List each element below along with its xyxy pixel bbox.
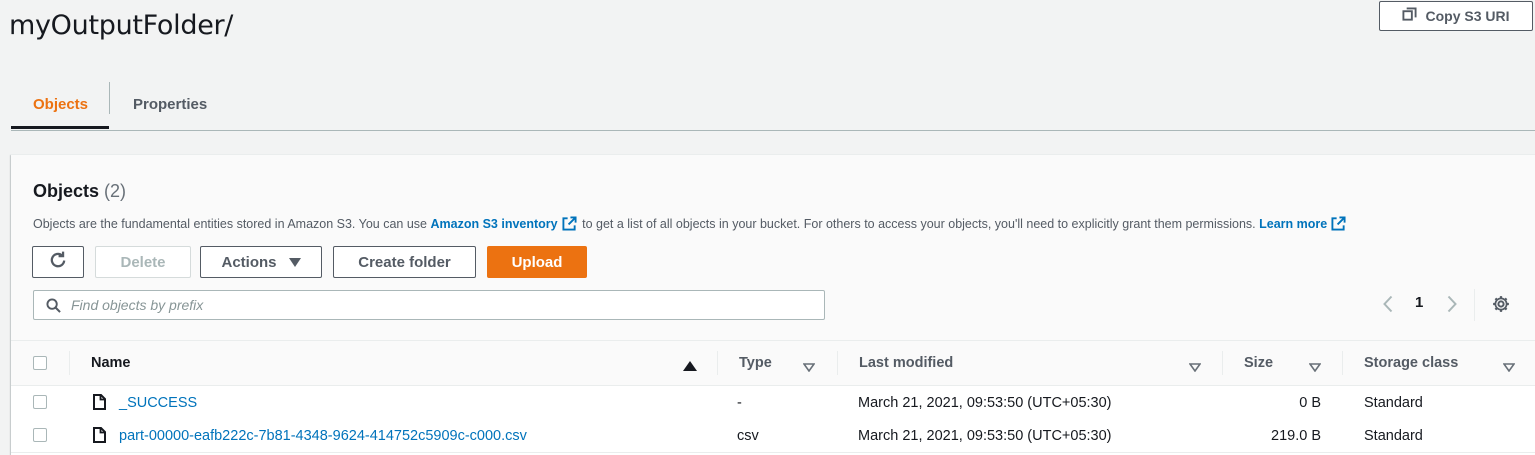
pagination-prev[interactable] bbox=[1383, 295, 1393, 318]
tabs-divider bbox=[11, 130, 1535, 131]
external-link-icon bbox=[1331, 216, 1346, 234]
table-row[interactable]: part-00000-eafb222c-7b81-4348-9624-41475… bbox=[11, 419, 1535, 453]
pagination-current-page[interactable]: 1 bbox=[1415, 294, 1423, 311]
object-last-modified: March 21, 2021, 09:53:50 (UTC+05:30) bbox=[858, 427, 1112, 444]
chevron-right-icon bbox=[1447, 295, 1457, 318]
caret-down-icon bbox=[288, 254, 301, 271]
file-icon bbox=[93, 427, 106, 448]
search-input[interactable] bbox=[69, 296, 813, 314]
chevron-left-icon bbox=[1383, 295, 1393, 318]
external-link-icon bbox=[562, 216, 577, 234]
refresh-icon bbox=[49, 251, 67, 273]
gear-icon bbox=[1492, 295, 1510, 318]
column-separator bbox=[1222, 351, 1223, 375]
copy-icon bbox=[1402, 7, 1418, 25]
pagination-next[interactable] bbox=[1447, 295, 1457, 318]
sort-icon[interactable] bbox=[802, 359, 816, 377]
objects-panel-header: Objects (2) Objects are the fundamental e… bbox=[11, 155, 1535, 341]
copy-s3-uri-label: Copy S3 URI bbox=[1425, 8, 1510, 24]
object-storage-class: Standard bbox=[1364, 427, 1423, 444]
objects-count: (2) bbox=[104, 181, 127, 201]
actions-button[interactable]: Actions bbox=[200, 246, 322, 278]
description-text-1: Objects are the fundamental entities sto… bbox=[33, 217, 428, 231]
object-name-link[interactable]: _SUCCESS bbox=[119, 386, 197, 419]
table-header: Name Type Last modified Size Storage cla… bbox=[11, 341, 1535, 386]
description-text-2: to get a list of all objects in your buc… bbox=[582, 217, 1256, 231]
row-checkbox[interactable] bbox=[33, 428, 47, 442]
upload-button[interactable]: Upload bbox=[487, 246, 587, 278]
column-separator bbox=[1342, 351, 1343, 375]
delete-button[interactable]: Delete bbox=[95, 246, 191, 278]
inventory-link[interactable]: Amazon S3 inventory bbox=[431, 217, 558, 231]
objects-heading-label: Objects bbox=[33, 181, 100, 201]
object-storage-class: Standard bbox=[1364, 394, 1423, 411]
pagination-divider bbox=[1474, 289, 1475, 321]
object-type: csv bbox=[737, 427, 759, 444]
copy-s3-uri-button[interactable]: Copy S3 URI bbox=[1379, 1, 1533, 31]
tab-objects[interactable]: Objects bbox=[33, 80, 88, 128]
object-name-link[interactable]: part-00000-eafb222c-7b81-4348-9624-41475… bbox=[119, 419, 527, 452]
objects-panel: Objects (2) Objects are the fundamental e… bbox=[11, 154, 1535, 455]
column-header-name[interactable]: Name bbox=[91, 341, 131, 385]
sort-ascending-icon[interactable] bbox=[683, 358, 697, 376]
column-separator bbox=[717, 351, 718, 375]
column-header-size[interactable]: Size bbox=[1244, 341, 1273, 385]
sort-icon[interactable] bbox=[1502, 359, 1516, 377]
column-separator bbox=[69, 351, 70, 375]
tab-bar: Objects Properties bbox=[11, 80, 1535, 131]
column-header-storage-class[interactable]: Storage class bbox=[1364, 341, 1458, 385]
column-separator bbox=[837, 351, 838, 375]
sort-icon[interactable] bbox=[1308, 359, 1322, 377]
search-icon bbox=[46, 297, 61, 313]
search-box[interactable] bbox=[33, 290, 825, 320]
table-settings-button[interactable] bbox=[1492, 295, 1510, 318]
select-all-checkbox[interactable] bbox=[33, 356, 47, 370]
actions-label: Actions bbox=[221, 253, 277, 271]
file-icon bbox=[93, 394, 106, 415]
tab-properties[interactable]: Properties bbox=[133, 80, 207, 128]
object-type: - bbox=[737, 394, 742, 411]
row-checkbox[interactable] bbox=[33, 395, 47, 409]
learn-more-link[interactable]: Learn more bbox=[1259, 217, 1327, 231]
objects-description: Objects are the fundamental entities sto… bbox=[33, 216, 1348, 234]
sort-icon[interactable] bbox=[1188, 359, 1202, 377]
tab-separator bbox=[109, 82, 110, 114]
object-size: 219.0 B bbox=[1271, 427, 1321, 444]
column-header-last-modified[interactable]: Last modified bbox=[859, 341, 953, 385]
object-last-modified: March 21, 2021, 09:53:50 (UTC+05:30) bbox=[858, 394, 1112, 411]
create-folder-button[interactable]: Create folder bbox=[333, 246, 476, 278]
object-size: 0 B bbox=[1299, 394, 1321, 411]
column-header-type[interactable]: Type bbox=[739, 341, 772, 385]
refresh-button[interactable] bbox=[32, 246, 84, 278]
page-title: myOutputFolder/ bbox=[9, 10, 234, 41]
table-row[interactable]: _SUCCESS - March 21, 2021, 09:53:50 (UTC… bbox=[11, 386, 1535, 420]
tab-active-indicator bbox=[11, 126, 109, 129]
objects-heading: Objects (2) bbox=[33, 181, 126, 202]
